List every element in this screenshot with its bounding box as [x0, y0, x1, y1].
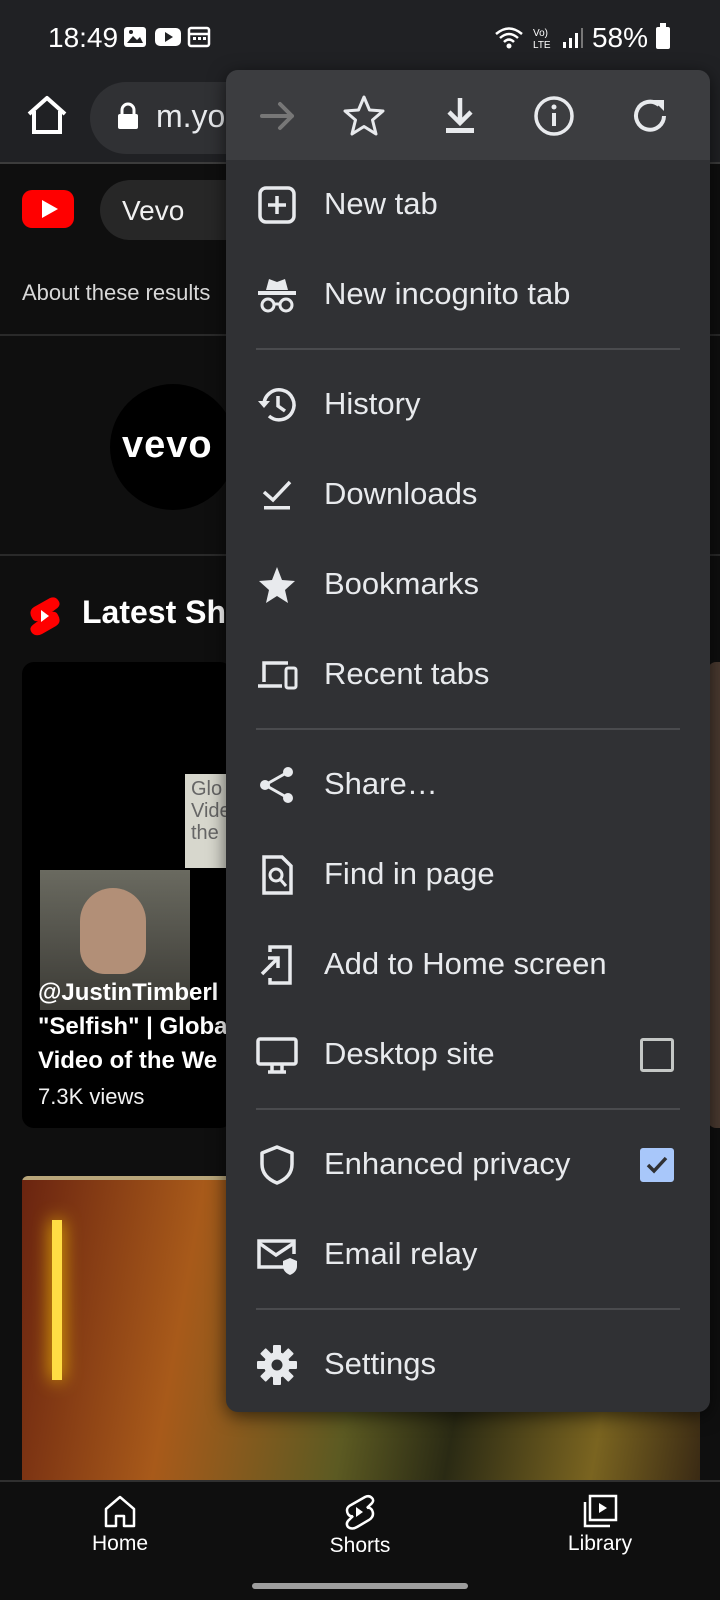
battery-icon	[656, 23, 670, 49]
share-icon	[260, 767, 293, 803]
menu-item-label: Bookmarks	[324, 566, 480, 601]
menu-item-bookmarks[interactable]: Bookmarks	[226, 540, 710, 630]
calendar-notification-icon	[187, 26, 211, 48]
url-text: m.yo	[156, 98, 226, 134]
desktop-site-checkbox[interactable]	[640, 1038, 674, 1072]
menu-item-label: History	[324, 386, 421, 421]
menu-item-settings[interactable]: Settings	[226, 1320, 710, 1410]
notification-icons	[123, 26, 211, 48]
menu-item-label: Enhanced privacy	[324, 1146, 571, 1181]
card-sign-text: Glo Vide the	[191, 778, 231, 844]
refresh-icon[interactable]	[626, 92, 674, 140]
download-icon[interactable]	[436, 92, 484, 140]
menu-item-history[interactable]: History	[226, 360, 710, 450]
svg-text:LTE: LTE	[533, 40, 551, 51]
menu-item-label: Downloads	[324, 476, 478, 511]
nav-library[interactable]: Library	[520, 1494, 680, 1556]
volte-icon: Vo)LTE	[533, 28, 551, 51]
youtube-logo-icon[interactable]	[22, 190, 74, 228]
about-results-link[interactable]: About these results	[22, 280, 210, 306]
short-card[interactable]: Glo Vide the @JustinTimberl "Selfish" | …	[22, 662, 232, 1128]
menu-item-share[interactable]: Share…	[226, 740, 710, 830]
incognito-icon	[258, 279, 296, 313]
menu-item-find-in-page[interactable]: Find in page	[226, 830, 710, 920]
menu-item-label: Find in page	[324, 856, 495, 891]
wifi-icon	[495, 27, 523, 49]
nav-home[interactable]: Home	[40, 1494, 200, 1556]
card-thumbnail-sign: Glo Vide the	[185, 774, 232, 868]
new-tab-icon	[258, 186, 296, 224]
bottom-navigation: Home Shorts Library	[0, 1480, 720, 1572]
desktop-icon	[256, 1037, 298, 1074]
enhanced-privacy-checkbox[interactable]	[640, 1148, 674, 1182]
menu-item-downloads[interactable]: Downloads	[226, 450, 710, 540]
menu-item-label: Desktop site	[324, 1036, 495, 1071]
menu-item-new-incognito-tab[interactable]: New incognito tab	[226, 250, 710, 340]
menu-item-label: New incognito tab	[324, 276, 571, 311]
shorts-logo-icon	[30, 597, 60, 636]
menu-item-label: Email relay	[324, 1236, 478, 1271]
settings-gear-icon	[257, 1345, 297, 1385]
menu-item-label: Settings	[324, 1346, 437, 1381]
nav-home-label: Home	[91, 1532, 149, 1555]
history-icon	[258, 388, 296, 422]
short-card-views: 7.3K views	[38, 1084, 145, 1109]
menu-divider	[256, 348, 680, 350]
menu-item-enhanced-privacy[interactable]: Enhanced privacy	[226, 1120, 710, 1210]
menu-item-label: Add to Home screen	[324, 946, 607, 981]
shorts-heading-title: Latest Sh	[82, 594, 227, 630]
add-to-home-icon	[260, 945, 292, 985]
checkmark-icon	[646, 1156, 668, 1174]
channel-avatar-text: vevo	[122, 424, 213, 466]
bookmark-star-icon[interactable]	[340, 92, 388, 140]
battery-percent: 58%	[591, 22, 648, 53]
menu-item-label: Share…	[324, 766, 438, 801]
status-bar: 18:49 Vo) LTE 58%	[0, 0, 720, 80]
nav-shorts[interactable]: Shorts	[280, 1494, 440, 1558]
home-nav-icon	[104, 1495, 136, 1528]
shield-icon	[260, 1145, 294, 1185]
short-card-title: @JustinTimberl "Selfish" | Globa Video o…	[38, 979, 228, 1074]
downloads-icon	[262, 480, 292, 510]
signal-icon	[562, 28, 583, 48]
info-icon[interactable]	[530, 92, 578, 140]
menu-divider	[256, 1108, 680, 1110]
browser-overflow-menu: New tab New incognito tab History Downlo…	[226, 70, 710, 1412]
recent-tabs-icon	[258, 661, 298, 690]
menu-item-label: Recent tabs	[324, 656, 490, 691]
status-time: 18:49	[48, 22, 119, 53]
menu-item-label: New tab	[324, 186, 438, 221]
lock-icon	[118, 102, 138, 129]
forward-icon[interactable]	[254, 92, 302, 140]
menu-item-new-tab[interactable]: New tab	[226, 160, 710, 250]
gesture-bar	[0, 1572, 720, 1600]
find-in-page-icon	[262, 855, 293, 895]
nav-library-label: Library	[567, 1532, 633, 1555]
menu-item-add-to-home-screen[interactable]: Add to Home screen	[226, 920, 710, 1010]
library-nav-icon	[583, 1494, 618, 1528]
svg-text:Vo): Vo)	[533, 28, 548, 39]
shorts-nav-icon	[345, 1494, 375, 1530]
gesture-handle[interactable]	[252, 1583, 468, 1589]
youtube-notification-icon	[155, 26, 181, 48]
gallery-notification-icon	[123, 26, 147, 48]
status-right: Vo) LTE 58%	[494, 22, 670, 54]
menu-item-recent-tabs[interactable]: Recent tabs	[226, 630, 710, 720]
email-relay-icon	[257, 1239, 297, 1275]
search-chip-label: Vevo	[122, 195, 185, 226]
menu-item-email-relay[interactable]: Email relay	[226, 1210, 710, 1300]
channel-avatar[interactable]: vevo	[110, 384, 236, 510]
menu-item-desktop-site[interactable]: Desktop site	[226, 1010, 710, 1100]
menu-divider	[256, 728, 680, 730]
home-icon[interactable]	[24, 92, 70, 138]
menu-action-row	[226, 70, 710, 160]
nav-shorts-label: Shorts	[329, 1534, 391, 1557]
bookmarks-star-icon	[259, 567, 295, 603]
menu-divider	[256, 1308, 680, 1310]
